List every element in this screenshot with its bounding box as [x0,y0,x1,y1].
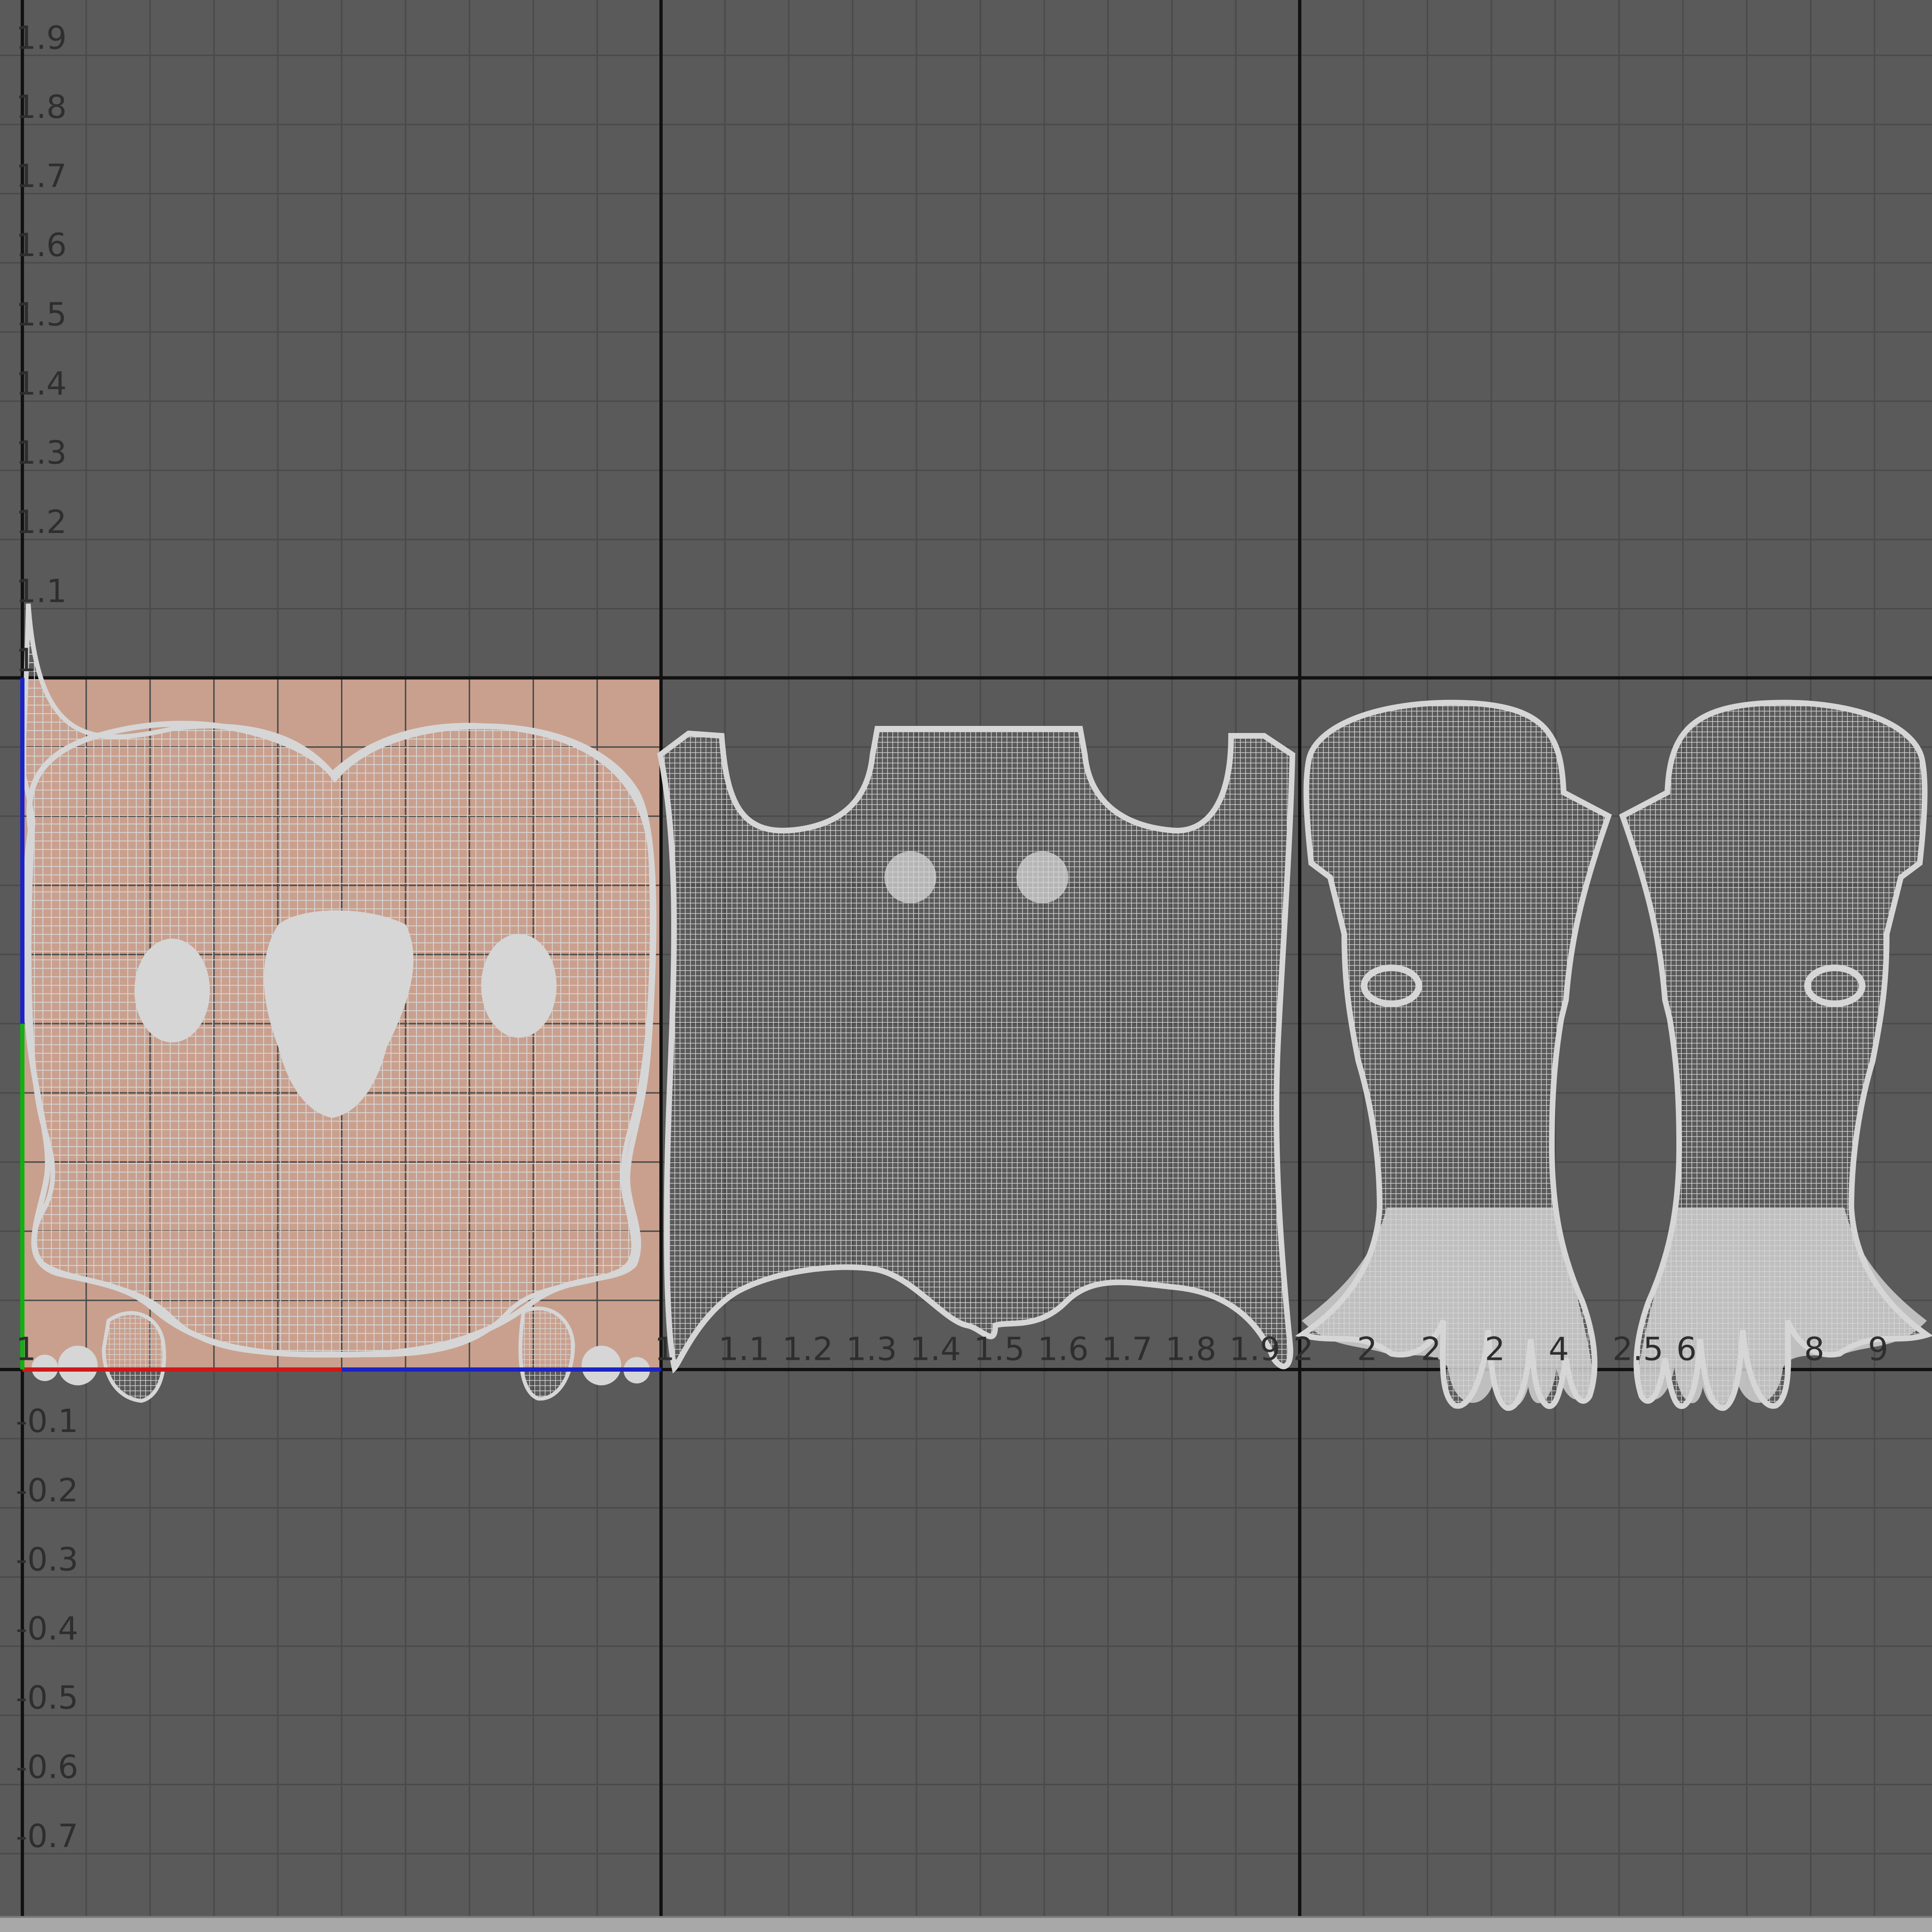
u-axis-tick-label: 6 [1676,1331,1697,1368]
v-axis-tick-label: -0.6 [16,1749,78,1786]
u-axis-tick-label: 2 [1293,1331,1313,1368]
u-axis-tick-label: 1.4 [910,1331,961,1368]
u-axis-tick-label: 1.8 [1166,1331,1216,1368]
u-axis-tick-label: 2.5 [1613,1331,1664,1368]
v-axis-tick-label: 1.4 [16,366,67,403]
v-axis-tick-label: 1.7 [16,158,67,195]
v-axis-tick-label: -0.1 [16,1403,78,1440]
head-eye-left [134,939,210,1042]
u-axis-tick-label: 1.9 [1229,1331,1280,1368]
u-axis-tick-label: 1.2 [782,1331,833,1368]
v-axis-tick-label: -0.4 [16,1610,78,1648]
v-axis-tick-label: -0.7 [16,1818,78,1855]
editor-bottom-edge [0,1916,1932,1932]
head-detail-dot [58,1346,98,1385]
u-axis-tick-label: 8 [1804,1331,1824,1368]
v-axis-tick-label: 1 [16,642,36,679]
u-axis-tick-label: 1.7 [1101,1331,1152,1368]
torso-shell-mesh [657,726,1296,1374]
v-axis-tick-label: -0.2 [16,1472,78,1509]
u-axis-tick-label: 1.3 [846,1331,897,1368]
u-axis-tick-label: 1.5 [974,1331,1024,1368]
head-eye-right [481,934,557,1038]
v-axis-tick-label: 1.2 [16,504,67,541]
v-axis-tick-label: 1.3 [16,434,67,472]
u-axis-tick-label: 2 [1485,1331,1505,1368]
u-axis-tick-label: 1 [654,1331,675,1368]
v-axis-tick-label: 1.5 [16,296,67,333]
v-axis-tick-label: -0.5 [16,1680,78,1717]
uv-texture-editor-viewport[interactable]: 1.9 1.8 1.7 1.6 1.5 1.4 1.3 1.2 1.1 1 -0.1 -0.2 -0.3… [0,0,1932,1932]
u-axis-tick-label: 4 [1549,1331,1569,1368]
v-axis-tick-label: 1.6 [16,227,67,264]
torso-chest-left [884,851,936,903]
v-axis-tick-label: -0.3 [16,1541,78,1578]
u-axis-tick-label: 1 [16,1331,36,1368]
head-detail-dot [582,1346,621,1385]
torso-chest-right [1016,851,1068,903]
u-axis-tick-label: 2 [1357,1331,1377,1368]
uv-canvas[interactable]: 1.9 1.8 1.7 1.6 1.5 1.4 1.3 1.2 1.1 1 -0.1 -0.2 -0.3… [0,0,1932,1932]
u-axis-tick-label: 1.6 [1038,1331,1089,1368]
u-axis-tick-label: 9 [1868,1331,1888,1368]
v-axis-tick-label: 1.8 [16,89,67,126]
uv-shell-torso[interactable] [657,726,1296,1374]
v-axis-tick-label: 1.1 [16,573,67,610]
u-axis-tick-label: 2 [1421,1331,1441,1368]
u-axis-tick-label: 1.1 [718,1331,769,1368]
v-axis-tick-label: 1.9 [16,19,67,57]
